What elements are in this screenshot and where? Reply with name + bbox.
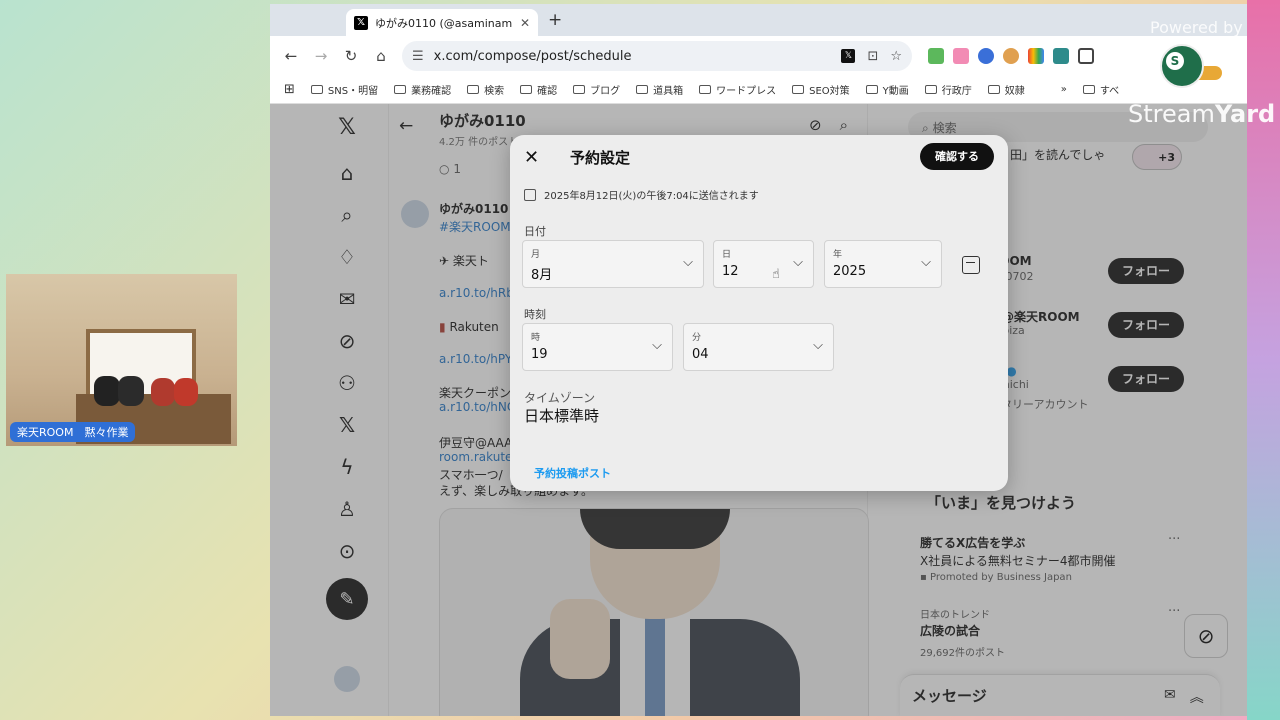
calendar-picker-icon[interactable] <box>962 256 980 274</box>
address-bar: ← → ↻ ⌂ ☰ x.com/compose/post/schedule 𝕏 … <box>270 36 1247 76</box>
browser-window: 𝕏 ゆがみ0110 (@asaminami01) ✕ + ← → ↻ ⌂ ☰ x… <box>270 4 1247 716</box>
extensions-puzzle-icon[interactable] <box>1078 48 1094 64</box>
timezone-label: タイムゾーン <box>524 391 596 405</box>
folder-icon <box>792 85 805 94</box>
powered-by-text: Powered by <box>1150 18 1243 37</box>
bookmark-folder[interactable]: 確認 <box>520 82 557 97</box>
chevron-down-icon: ⌵ <box>793 255 803 270</box>
url-text: x.com/compose/post/schedule <box>433 48 632 64</box>
extension-google-icon[interactable] <box>1028 48 1044 64</box>
streamyard-wordmark: StreamYard <box>1128 100 1276 128</box>
folder-icon <box>636 85 649 94</box>
schedule-summary: 2025年8月12日(火)の午後7:04に送信されます <box>524 187 759 202</box>
new-tab-button[interactable]: + <box>548 10 562 30</box>
forward-icon[interactable]: → <box>308 43 334 69</box>
bookmark-folder[interactable]: 奴隷 <box>987 82 1025 97</box>
timezone-value: 日本標準時 <box>524 407 600 425</box>
bookmark-folder[interactable]: ワードプレス <box>699 82 776 97</box>
duck-logo-letter: S <box>1166 52 1184 70</box>
bookmarks-more-button[interactable]: » <box>1061 84 1067 95</box>
chevron-down-icon: ⌵ <box>921 255 931 270</box>
scheduled-posts-link[interactable]: 予約投稿ポスト <box>534 465 611 481</box>
extension-instagram-icon[interactable] <box>953 48 969 64</box>
home-icon[interactable]: ⌂ <box>368 43 394 69</box>
tab-title: ゆがみ0110 (@asaminami01) <box>375 16 513 30</box>
x-page: 𝕏 ⌂ ⌕ ♢ ✉ ⊘ ⚇ 𝕏 ϟ ♙ ⊙ ✎ ← ゆがみ0110 4.2万 件… <box>270 104 1247 716</box>
install-app-icon[interactable]: ⊡ <box>867 49 878 64</box>
tab-close-icon[interactable]: ✕ <box>520 16 530 30</box>
bookmark-folder[interactable]: SNS・明留 <box>310 82 378 97</box>
bookmark-star-icon[interactable]: ☆ <box>890 49 902 64</box>
folder-icon <box>394 85 407 94</box>
confirm-button[interactable]: 確認する <box>920 143 994 170</box>
month-select[interactable]: 月 8月 ⌵ <box>522 240 704 288</box>
bookmark-folder[interactable]: ブログ <box>573 82 620 97</box>
year-select[interactable]: 年 2025 ⌵ <box>824 240 942 288</box>
chevron-down-icon: ⌵ <box>683 255 693 270</box>
hour-select[interactable]: 時 19 ⌵ <box>522 323 673 371</box>
folder-icon <box>520 85 533 94</box>
dialog-title: 予約設定 <box>570 149 631 167</box>
tab-bar: 𝕏 ゆがみ0110 (@asaminami01) ✕ + <box>270 4 1247 36</box>
bookmark-folder[interactable]: Y動画 <box>865 82 909 97</box>
close-icon[interactable]: ✕ <box>524 147 539 168</box>
webcam-overlay: 楽天ROOM 黙々作業 <box>6 274 237 446</box>
boxing-glove <box>174 378 198 406</box>
folder-icon <box>924 85 937 94</box>
site-settings-icon[interactable]: ☰ <box>412 49 424 64</box>
webcam-name-label: 楽天ROOM 黙々作業 <box>10 422 136 442</box>
folder-icon <box>865 85 878 94</box>
hand-cursor-icon: ☝ <box>772 267 780 282</box>
date-section-label: 日付 <box>524 225 546 238</box>
x-extension-icon[interactable]: 𝕏 <box>841 49 856 63</box>
apps-grid-icon[interactable]: ⊞ <box>284 82 295 97</box>
browser-tab[interactable]: 𝕏 ゆがみ0110 (@asaminami01) ✕ <box>346 9 538 36</box>
folder-icon <box>987 85 1000 94</box>
reload-icon[interactable]: ↻ <box>338 43 364 69</box>
calendar-clock-icon <box>524 188 536 201</box>
extension-fox-icon[interactable] <box>1003 48 1019 64</box>
bookmark-folder[interactable]: すべ <box>1082 82 1119 97</box>
folder-icon <box>699 85 712 94</box>
boxing-glove <box>151 378 175 406</box>
back-icon[interactable]: ← <box>278 43 304 69</box>
bookmark-folder[interactable]: 検索 <box>467 82 504 97</box>
bookmark-folder[interactable]: 行政庁 <box>924 82 972 97</box>
extension-teal-icon[interactable] <box>1053 48 1069 64</box>
chevron-down-icon: ⌵ <box>813 338 823 353</box>
extensions-bar <box>928 48 1094 64</box>
bookmark-folder[interactable]: 業務確認 <box>394 82 451 97</box>
day-select[interactable]: 日 12 ⌵ <box>713 240 814 288</box>
url-input[interactable]: ☰ x.com/compose/post/schedule 𝕏 ⊡ ☆ <box>402 41 912 71</box>
folder-icon <box>467 85 480 94</box>
extension-clover-icon[interactable] <box>928 48 944 64</box>
streamyard-duck-logo: S <box>1160 44 1222 96</box>
folder-icon <box>573 85 586 94</box>
minute-select[interactable]: 分 04 ⌵ <box>683 323 834 371</box>
time-section-label: 時刻 <box>524 308 546 321</box>
folder-icon <box>310 85 323 94</box>
bookmark-folder[interactable]: 道具箱 <box>636 82 683 97</box>
bookmark-folder[interactable]: SEO対策 <box>792 82 850 97</box>
bookmarks-bar: ⊞ SNS・明留 業務確認 検索 確認 ブログ 道具箱 ワードプレス SEO対策… <box>270 76 1247 104</box>
schedule-dialog: ✕ 予約設定 確認する 2025年8月12日(火)の午後7:04に送信されます … <box>510 135 1008 491</box>
boxing-glove <box>94 376 120 406</box>
x-logo-icon: 𝕏 <box>354 15 368 30</box>
folder-icon <box>1082 85 1095 94</box>
chevron-down-icon: ⌵ <box>652 338 662 353</box>
extension-blue-icon[interactable] <box>978 48 994 64</box>
boxing-glove <box>118 376 144 406</box>
